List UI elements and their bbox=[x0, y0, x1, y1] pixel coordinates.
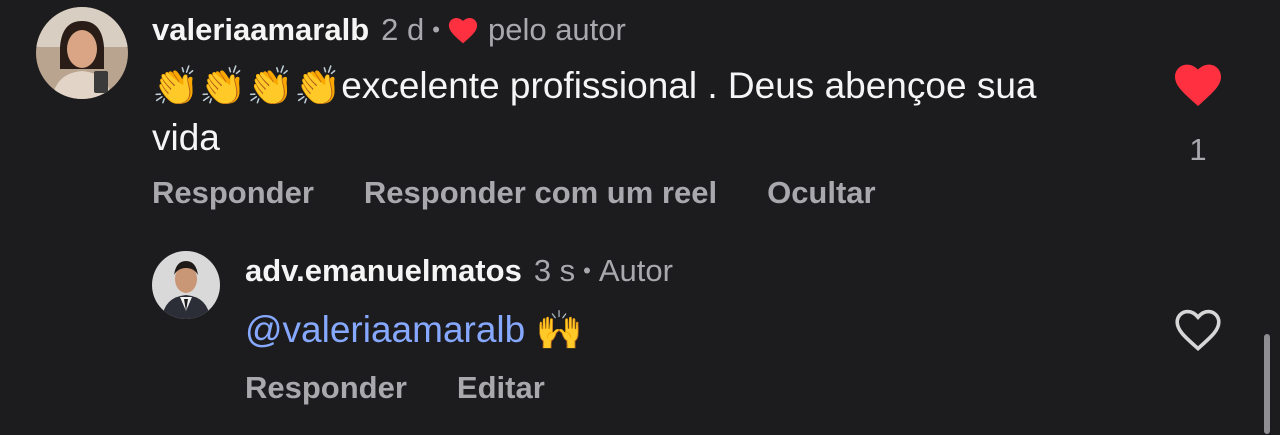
edit-button[interactable]: Editar bbox=[457, 368, 545, 408]
scrollbar[interactable] bbox=[1264, 334, 1270, 434]
reply-with-reel-button[interactable]: Responder com um reel bbox=[364, 173, 717, 213]
like-count[interactable]: 1 bbox=[1178, 130, 1218, 170]
reply-button[interactable]: Responder bbox=[152, 173, 314, 213]
liked-by-author-label: pelo autor bbox=[487, 12, 626, 47]
timestamp: 2 d bbox=[381, 12, 425, 47]
author-label: Autor bbox=[598, 253, 673, 288]
separator-dot: • bbox=[432, 17, 440, 42]
hide-button[interactable]: Ocultar bbox=[767, 173, 876, 213]
username[interactable]: valeriaamaralb bbox=[152, 10, 369, 50]
comment-actions: Responder Responder com um reel Ocultar bbox=[152, 173, 926, 213]
heart-filled-icon[interactable] bbox=[1174, 63, 1222, 107]
raising-hands-emoji: 🙌 bbox=[535, 308, 583, 352]
comment-thread: valeriaamaralb 2 d • pelo autor 👏👏👏👏exce… bbox=[0, 0, 1280, 435]
separator-dot: • bbox=[583, 258, 591, 283]
avatar[interactable] bbox=[152, 251, 220, 319]
comment-text: 👏👏👏👏excelente profissional . Deus abenço… bbox=[152, 60, 1112, 164]
mention-link[interactable]: @valeriaamaralb bbox=[245, 309, 525, 350]
comment-header: adv.emanuelmatos 3 s • Autor bbox=[245, 251, 673, 291]
comment-header: valeriaamaralb 2 d • pelo autor bbox=[152, 10, 626, 50]
comment-actions: Responder Editar bbox=[245, 368, 595, 408]
heart-filled-icon bbox=[448, 17, 478, 43]
timestamp: 3 s bbox=[533, 253, 576, 288]
clapping-emoji: 👏👏👏👏 bbox=[152, 64, 342, 108]
avatar[interactable] bbox=[36, 7, 128, 99]
heart-outline-icon[interactable] bbox=[1174, 308, 1222, 352]
reply-button[interactable]: Responder bbox=[245, 368, 407, 408]
comment-text: @valeriaamaralb 🙌 bbox=[245, 304, 1045, 356]
username[interactable]: adv.emanuelmatos bbox=[245, 251, 522, 291]
